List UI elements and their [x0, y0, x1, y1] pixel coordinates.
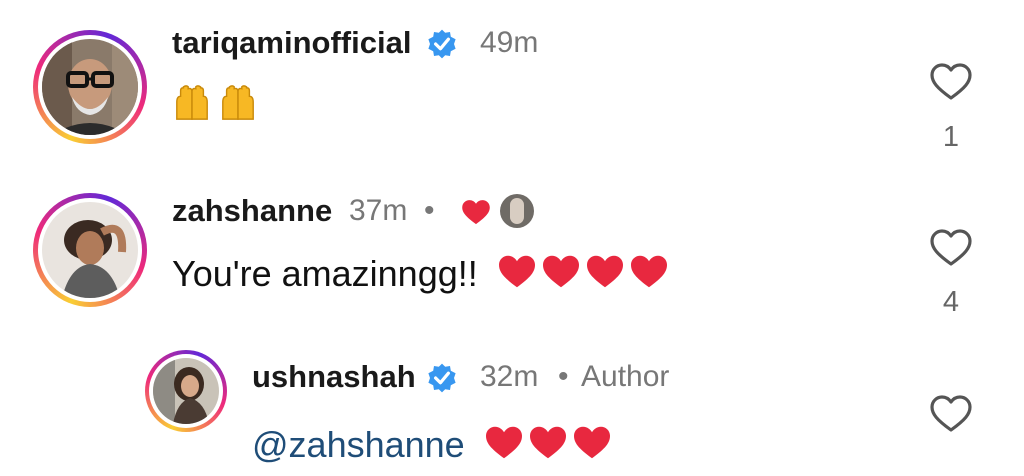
separator-dot: •: [424, 194, 435, 227]
comment-time: 49m: [480, 26, 539, 59]
comment-text: You're amazinngg!! ❤❤❤❤: [172, 253, 673, 295]
red-heart-emoji-icon: [529, 426, 566, 459]
comment-username[interactable]: ushnashah: [252, 359, 416, 395]
comment-time: 37m: [349, 194, 408, 227]
comment-text: 🙌🙌: [172, 83, 264, 121]
raising-hands-icon: [222, 85, 254, 120]
red-heart-emoji-icon: [485, 426, 522, 459]
author-liked-heart-icon: [462, 200, 490, 225]
like-heart-icon[interactable]: [929, 228, 973, 268]
red-heart-emoji-icon: [542, 255, 579, 288]
separator-dot: •: [558, 360, 569, 393]
red-heart-emoji-icon: [573, 426, 610, 459]
comment-username[interactable]: zahshanne: [172, 193, 332, 229]
verified-badge-icon: [428, 363, 456, 393]
comment-zahshanne: zahshanne 37m • You're amazinngg!! ❤❤❤❤ …: [0, 165, 1024, 335]
author-label: Author: [581, 360, 670, 393]
avatar[interactable]: [33, 30, 147, 144]
like-heart-icon[interactable]: [929, 62, 973, 102]
red-heart-emoji-icon: [586, 255, 623, 288]
like-count: 1: [942, 121, 960, 153]
avatar-woman-curly-hair-icon: [42, 202, 138, 298]
raising-hands-icon: [176, 85, 208, 120]
comment-tariqaminofficial: tariqaminofficial 49m 🙌🙌 1: [0, 0, 1024, 160]
mention-link[interactable]: @zahshanne: [252, 424, 465, 465]
avatar[interactable]: [33, 193, 147, 307]
red-heart-emoji-icon: [498, 255, 535, 288]
like-heart-icon[interactable]: [929, 394, 973, 434]
avatar-woman-long-hair-icon: [153, 358, 219, 424]
comment-username[interactable]: tariqaminofficial: [172, 25, 411, 61]
red-heart-emoji-icon: [630, 255, 667, 288]
like-count: 4: [942, 286, 960, 318]
comment-time: 32m: [480, 360, 539, 393]
avatar[interactable]: [145, 350, 227, 432]
comment-text: @zahshanne ❤❤❤: [252, 424, 616, 466]
author-mini-avatar: [500, 194, 534, 228]
verified-badge-icon: [428, 29, 456, 59]
avatar-bald-man-glasses-icon: [42, 39, 138, 135]
reply-ushnashah: ushnashah 32m • Author @zahshanne ❤❤❤: [0, 340, 1024, 476]
